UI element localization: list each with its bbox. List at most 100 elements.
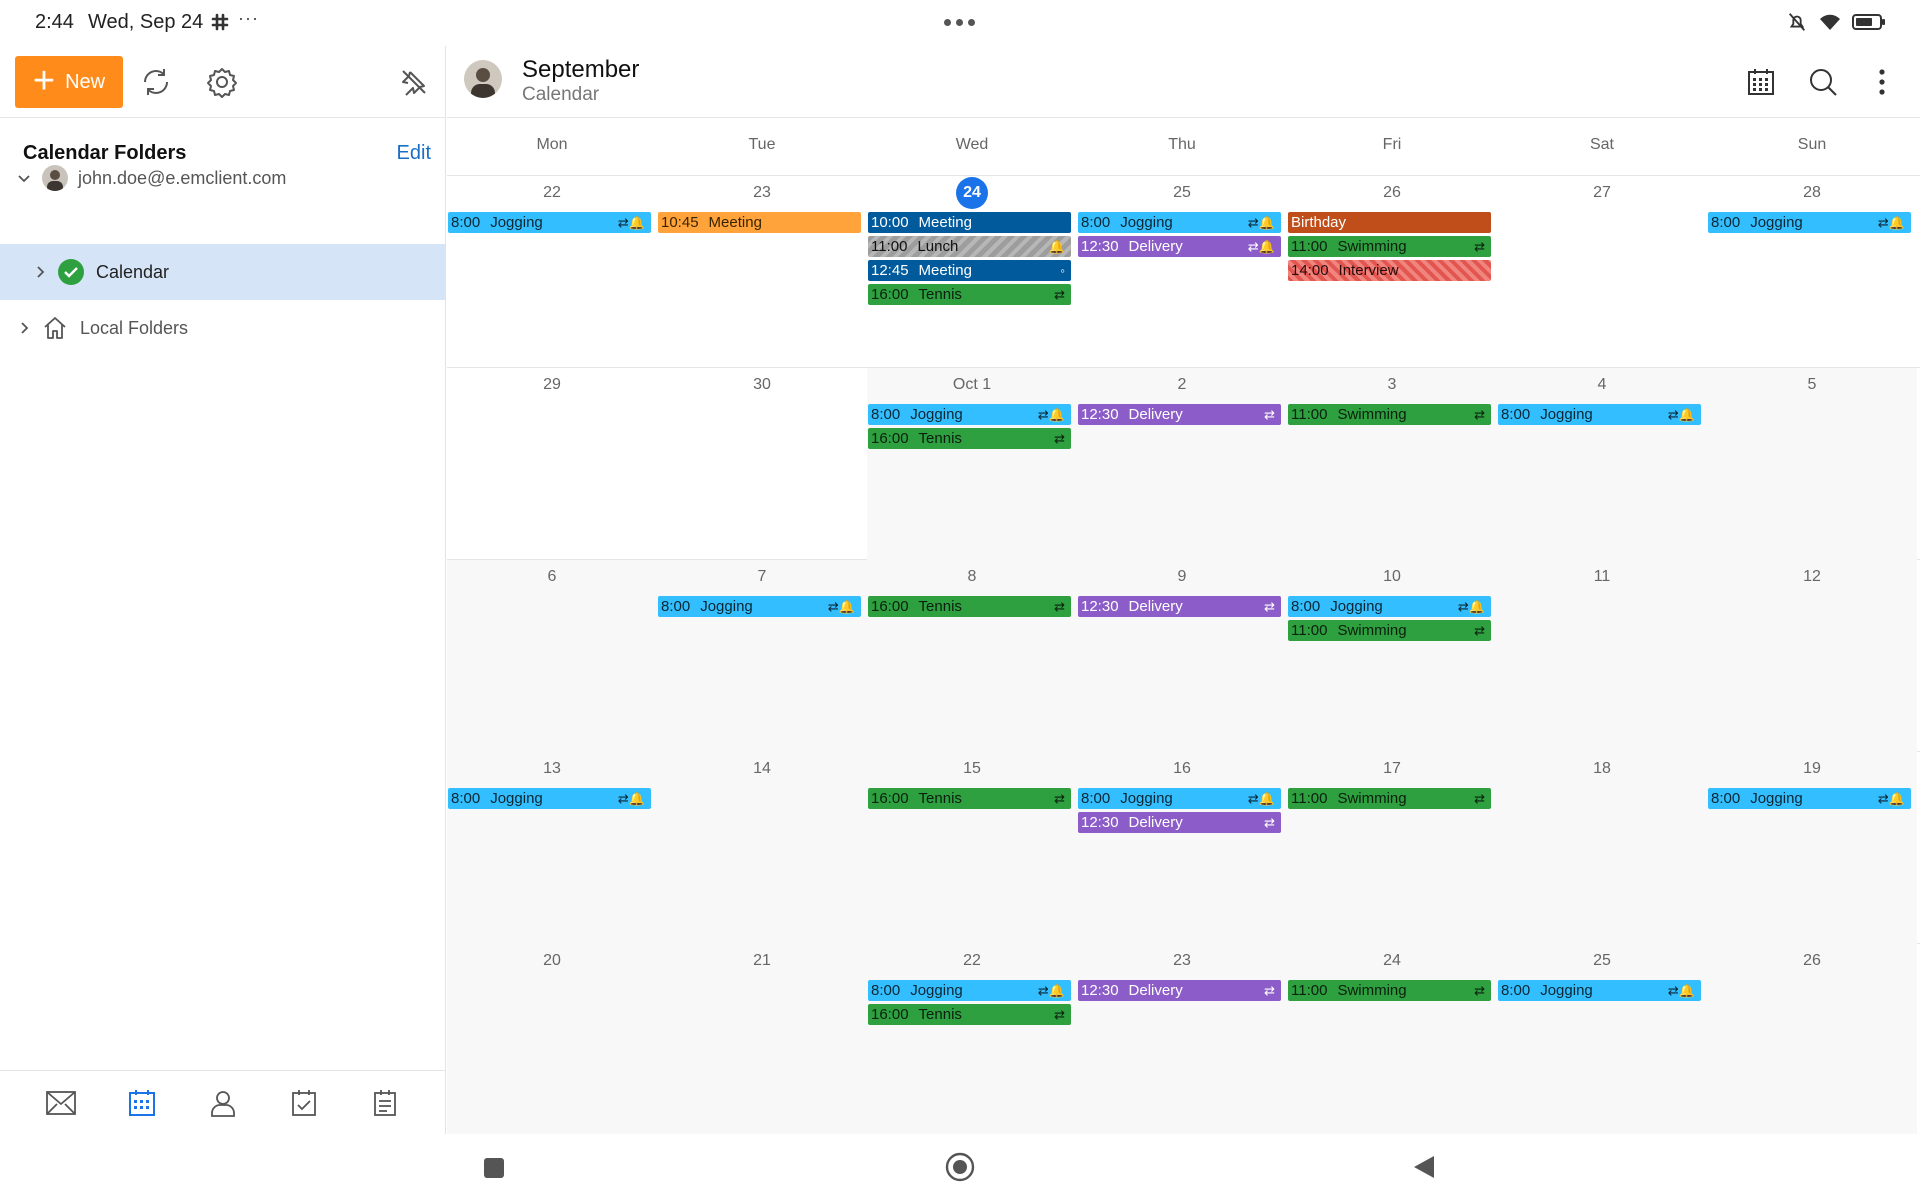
calendar-icon[interactable] xyxy=(124,1085,160,1121)
event-chip[interactable]: 8:00 Jogging ⇄🔔 xyxy=(868,980,1071,1001)
event-chip[interactable]: 8:00 Jogging ⇄🔔 xyxy=(448,212,651,233)
checkmark-circle-icon[interactable] xyxy=(58,259,84,285)
new-button[interactable]: + New xyxy=(15,56,123,108)
event-chip[interactable]: 16:00 Tennis ⇄ xyxy=(868,284,1071,305)
folder-calendar[interactable]: Calendar xyxy=(0,244,446,300)
day-cell[interactable]: 17 11:00 Swimming ⇄ xyxy=(1287,752,1497,944)
folder-local[interactable]: Local Folders xyxy=(0,300,446,356)
day-cell[interactable]: 19 8:00 Jogging ⇄🔔 xyxy=(1707,752,1917,944)
mail-icon[interactable] xyxy=(43,1085,79,1121)
event-chip[interactable]: 12:30 Delivery ⇄ xyxy=(1078,404,1281,425)
back-triangle-icon[interactable] xyxy=(1412,1154,1436,1180)
event-chip[interactable]: 10:00 Meeting xyxy=(868,212,1071,233)
home-circle-icon[interactable] xyxy=(945,1152,975,1182)
event-time: 10:00 xyxy=(871,214,909,231)
event-chip[interactable]: 11:00 Swimming ⇄ xyxy=(1288,404,1491,425)
day-cell[interactable]: 9 12:30 Delivery ⇄ xyxy=(1077,560,1287,752)
more-vertical-icon[interactable] xyxy=(1864,64,1900,100)
day-cell[interactable]: 30 xyxy=(657,368,867,560)
day-cell-today[interactable]: 24 10:00 Meeting 11:00 Lunch 🔔 12:45 Meeting ◦ 16… xyxy=(867,176,1077,368)
multiwindow-dots-icon[interactable] xyxy=(944,19,975,26)
day-cell[interactable]: 6 xyxy=(447,560,657,752)
event-title: Jogging xyxy=(490,214,543,231)
day-cell[interactable]: 12 xyxy=(1707,560,1917,752)
day-cell[interactable]: 13 8:00 Jogging ⇄🔔 xyxy=(447,752,657,944)
recents-square-icon[interactable] xyxy=(484,1158,504,1178)
chevron-right-icon[interactable] xyxy=(12,316,36,340)
event-chip[interactable]: 14:00 Interview xyxy=(1288,260,1491,281)
day-cell[interactable]: 23 10:45 Meeting xyxy=(657,176,867,368)
event-chip[interactable]: Birthday xyxy=(1288,212,1491,233)
event-chip[interactable]: 8:00 Jogging ⇄🔔 xyxy=(1288,596,1491,617)
event-chip[interactable]: 11:00 Swimming ⇄ xyxy=(1288,236,1491,257)
day-cell[interactable]: 18 xyxy=(1497,752,1707,944)
day-cell[interactable]: 28 8:00 Jogging ⇄🔔 xyxy=(1707,176,1917,368)
account-row[interactable]: john.doe@e.emclient.com xyxy=(0,150,446,206)
notes-icon[interactable] xyxy=(367,1085,403,1121)
event-chip[interactable]: 12:30 Delivery ⇄🔔 xyxy=(1078,236,1281,257)
event-chip[interactable]: 10:45 Meeting xyxy=(658,212,861,233)
day-cell[interactable]: 7 8:00 Jogging ⇄🔔 xyxy=(657,560,867,752)
event-chip[interactable]: 8:00 Jogging ⇄🔔 xyxy=(868,404,1071,425)
day-cell[interactable]: 8 16:00 Tennis ⇄ xyxy=(867,560,1077,752)
day-cell[interactable]: 26 xyxy=(1707,944,1917,1136)
user-avatar[interactable] xyxy=(464,60,502,98)
event-chip[interactable]: 11:00 Swimming ⇄ xyxy=(1288,788,1491,809)
chevron-down-icon[interactable] xyxy=(12,166,36,190)
event-title: Jogging xyxy=(1750,214,1803,231)
day-cell[interactable]: 26 Birthday 11:00 Swimming ⇄ 14:00 Interview xyxy=(1287,176,1497,368)
event-chip[interactable]: 16:00 Tennis ⇄ xyxy=(868,788,1071,809)
day-cell[interactable]: Oct 1 8:00 Jogging ⇄🔔 16:00 Tennis ⇄ xyxy=(867,368,1077,560)
view-calendar-icon[interactable] xyxy=(1743,64,1779,100)
day-cell[interactable]: 27 xyxy=(1497,176,1707,368)
event-chip[interactable]: 16:00 Tennis ⇄ xyxy=(868,1004,1071,1025)
event-chip[interactable]: 11:00 Lunch 🔔 xyxy=(868,236,1071,257)
day-cell[interactable]: 20 xyxy=(447,944,657,1136)
day-cell[interactable]: 23 12:30 Delivery ⇄ xyxy=(1077,944,1287,1136)
event-chip[interactable]: 8:00 Jogging ⇄🔔 xyxy=(1498,980,1701,1001)
event-chip[interactable]: 8:00 Jogging ⇄🔔 xyxy=(1708,212,1911,233)
tasks-icon[interactable] xyxy=(286,1085,322,1121)
day-cell[interactable]: 3 11:00 Swimming ⇄ xyxy=(1287,368,1497,560)
day-number-text: 23 xyxy=(753,184,771,201)
day-cell[interactable]: 22 8:00 Jogging ⇄🔔 16:00 Tennis ⇄ xyxy=(867,944,1077,1136)
event-chip[interactable]: 8:00 Jogging ⇄🔔 xyxy=(1708,788,1911,809)
event-chip[interactable]: 11:00 Swimming ⇄ xyxy=(1288,620,1491,641)
event-chip[interactable]: 8:00 Jogging ⇄🔔 xyxy=(658,596,861,617)
day-cell[interactable]: 5 xyxy=(1707,368,1917,560)
day-cell[interactable]: 2 12:30 Delivery ⇄ xyxy=(1077,368,1287,560)
day-cell[interactable]: 21 xyxy=(657,944,867,1136)
event-chip[interactable]: 12:30 Delivery ⇄ xyxy=(1078,980,1281,1001)
day-cell[interactable]: 29 xyxy=(447,368,657,560)
chevron-right-icon[interactable] xyxy=(28,260,52,284)
day-cell[interactable]: 11 xyxy=(1497,560,1707,752)
day-cell[interactable]: 14 xyxy=(657,752,867,944)
day-cell[interactable]: 16 8:00 Jogging ⇄🔔 12:30 Delivery ⇄ xyxy=(1077,752,1287,944)
event-chip[interactable]: 16:00 Tennis ⇄ xyxy=(868,596,1071,617)
day-cell[interactable]: 22 8:00 Jogging ⇄🔔 xyxy=(447,176,657,368)
event-status-icons: ⇄ xyxy=(1054,431,1065,446)
event-chip[interactable]: 8:00 Jogging ⇄🔔 xyxy=(1078,212,1281,233)
unpin-icon[interactable] xyxy=(396,64,432,100)
day-cell[interactable]: 24 11:00 Swimming ⇄ xyxy=(1287,944,1497,1136)
settings-gear-icon[interactable] xyxy=(204,64,240,100)
event-chip[interactable]: 12:30 Delivery ⇄ xyxy=(1078,596,1281,617)
day-cell[interactable]: 4 8:00 Jogging ⇄🔔 xyxy=(1497,368,1707,560)
event-chip[interactable]: 16:00 Tennis ⇄ xyxy=(868,428,1071,449)
sync-icon[interactable] xyxy=(138,64,174,100)
event-chip[interactable]: 8:00 Jogging ⇄🔔 xyxy=(1498,404,1701,425)
day-cell[interactable]: 15 16:00 Tennis ⇄ xyxy=(867,752,1077,944)
day-cell[interactable]: 10 8:00 Jogging ⇄🔔 11:00 Swimming ⇄ xyxy=(1287,560,1497,752)
event-chip[interactable]: 11:00 Swimming ⇄ xyxy=(1288,980,1491,1001)
folder-pane: + New Calendar Folders Edit john.doe@e.e… xyxy=(0,46,446,1134)
event-chip[interactable]: 8:00 Jogging ⇄🔔 xyxy=(448,788,651,809)
day-number: 18 xyxy=(1497,760,1707,778)
day-cell[interactable]: 25 8:00 Jogging ⇄🔔 12:30 Delivery ⇄🔔 xyxy=(1077,176,1287,368)
day-number-text: 5 xyxy=(1807,376,1817,393)
day-cell[interactable]: 25 8:00 Jogging ⇄🔔 xyxy=(1497,944,1707,1136)
contacts-icon[interactable] xyxy=(205,1085,241,1121)
search-icon[interactable] xyxy=(1805,64,1841,100)
event-chip[interactable]: 8:00 Jogging ⇄🔔 xyxy=(1078,788,1281,809)
event-chip[interactable]: 12:45 Meeting ◦ xyxy=(868,260,1071,281)
event-chip[interactable]: 12:30 Delivery ⇄ xyxy=(1078,812,1281,833)
